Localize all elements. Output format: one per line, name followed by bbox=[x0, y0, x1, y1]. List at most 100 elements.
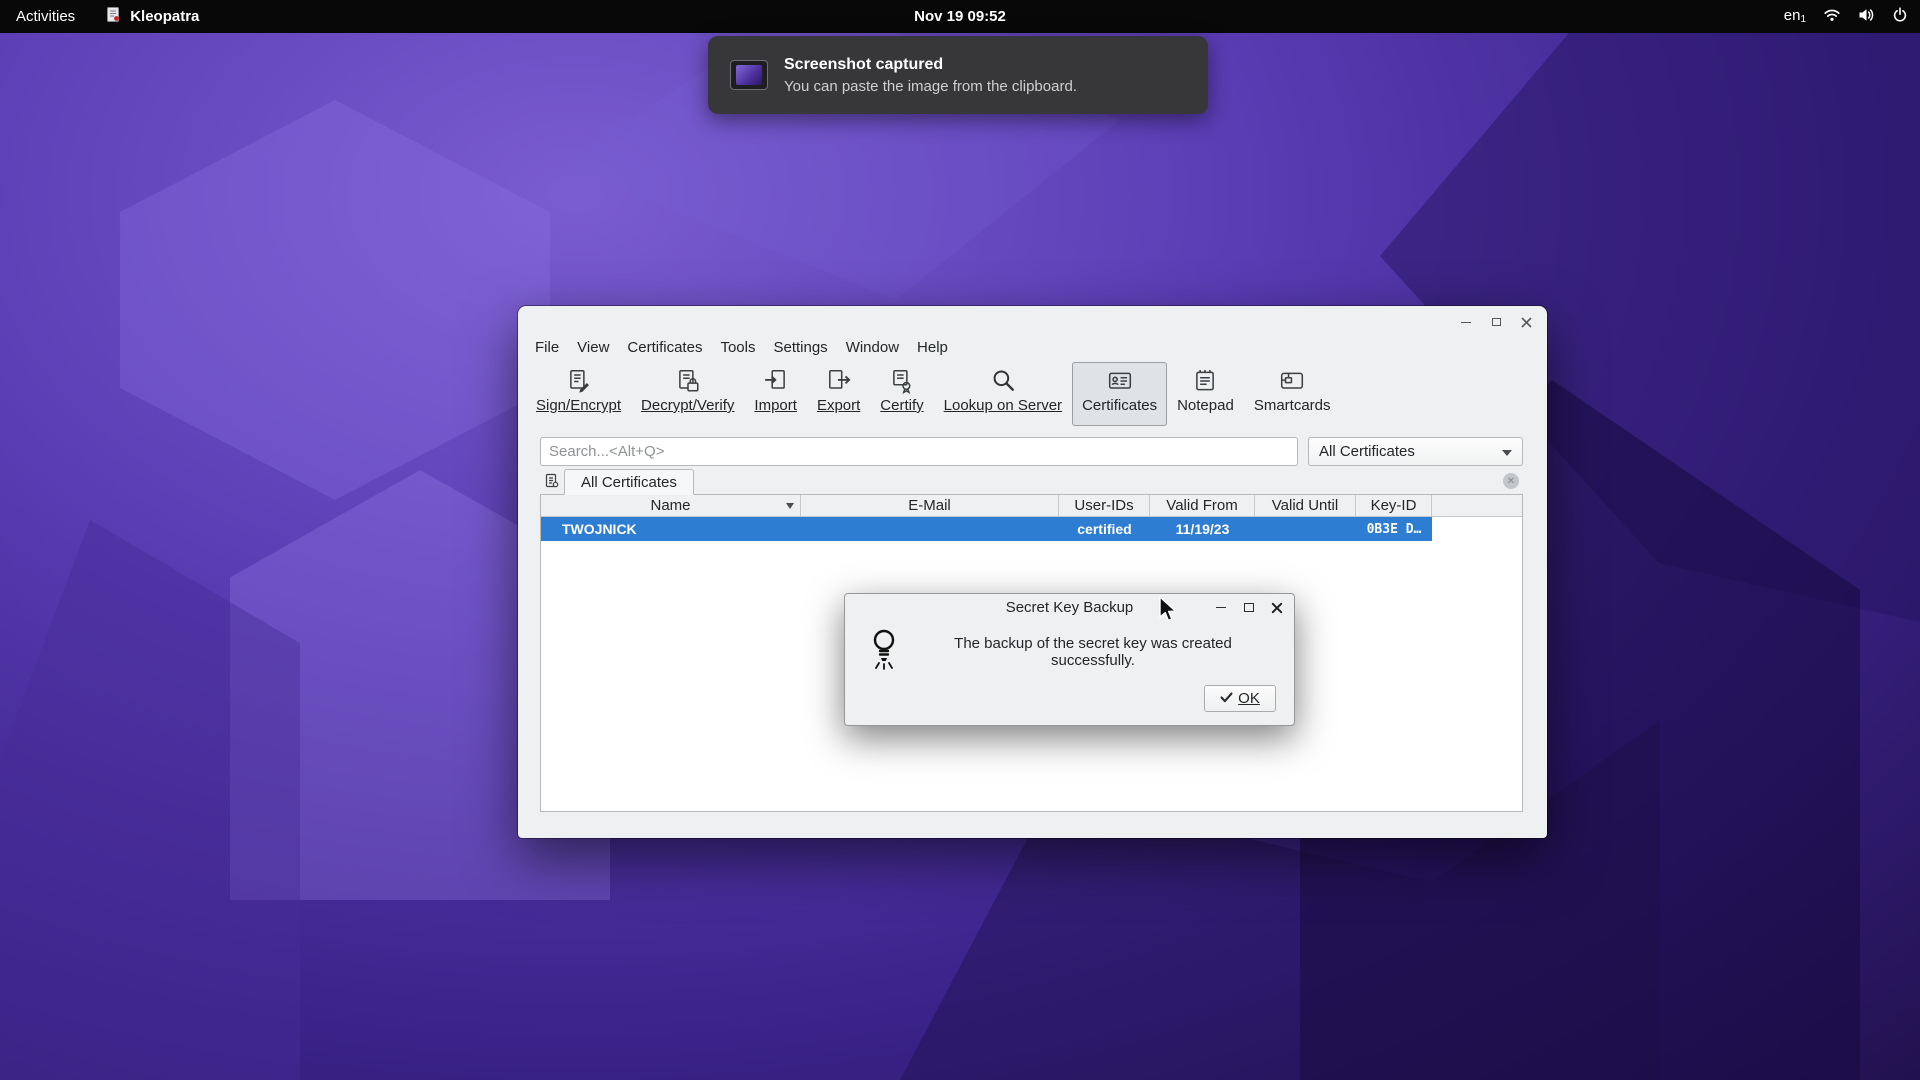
toolbar-label: Import bbox=[754, 397, 797, 414]
sign-encrypt-icon bbox=[566, 368, 592, 394]
tab-close-icon[interactable]: ✕ bbox=[1503, 473, 1519, 489]
lightbulb-icon bbox=[870, 627, 898, 676]
toolbar-button-export[interactable]: Export bbox=[807, 362, 870, 426]
decrypt-verify-icon bbox=[675, 368, 701, 394]
toolbar-button-notepad[interactable]: Notepad bbox=[1167, 362, 1244, 426]
keyboard-layout-label: en bbox=[1784, 8, 1801, 23]
keyboard-layout-index: 1 bbox=[1800, 15, 1806, 25]
toolbar-button-certificates[interactable]: Certificates bbox=[1072, 362, 1167, 426]
column-label: Valid From bbox=[1166, 497, 1237, 514]
toolbar-button-certify[interactable]: Certify bbox=[870, 362, 933, 426]
dialog-message: The backup of the secret key was created… bbox=[912, 635, 1274, 669]
menu-settings[interactable]: Settings bbox=[764, 336, 836, 359]
column-header-key-id[interactable]: Key-ID bbox=[1356, 495, 1432, 516]
toolbar-label: Decrypt/Verify bbox=[641, 397, 734, 414]
volume-icon[interactable] bbox=[1858, 7, 1875, 27]
menu-window[interactable]: Window bbox=[837, 336, 908, 359]
close-icon[interactable] bbox=[1269, 600, 1284, 615]
power-icon[interactable] bbox=[1892, 7, 1908, 27]
dialog-body: The backup of the secret key was created… bbox=[845, 621, 1294, 676]
table-row[interactable]: TWOJNICK certified 11/19/23 0B3E D… bbox=[541, 517, 1432, 541]
toolbar-label: Lookup on Server bbox=[944, 397, 1062, 414]
minimize-icon[interactable] bbox=[1213, 600, 1228, 615]
menu-tools[interactable]: Tools bbox=[711, 336, 764, 359]
desktop: Activities Kleopatra Nov 19 09:52 en 1 bbox=[0, 0, 1920, 1080]
menu-bar: File View Certificates Tools Settings Wi… bbox=[526, 334, 1539, 360]
menu-help[interactable]: Help bbox=[908, 336, 957, 359]
notification-text: Screenshot captured You can paste the im… bbox=[784, 56, 1077, 95]
notification-banner[interactable]: Screenshot captured You can paste the im… bbox=[708, 36, 1208, 114]
tab-all-certificates[interactable]: All Certificates bbox=[564, 469, 694, 495]
toolbar-label: Export bbox=[817, 397, 860, 414]
certificate-filter-dropdown[interactable]: All Certificates bbox=[1308, 437, 1523, 466]
activities-button[interactable]: Activities bbox=[0, 0, 91, 33]
toolbar-label: Certificates bbox=[1082, 397, 1157, 414]
tab-list-icon[interactable] bbox=[540, 470, 564, 492]
gnome-top-bar: Activities Kleopatra Nov 19 09:52 en 1 bbox=[0, 0, 1920, 33]
toolbar-button-sign-encrypt[interactable]: Sign/Encrypt bbox=[526, 362, 631, 426]
cell-name: TWOJNICK bbox=[541, 517, 801, 541]
clock-container: Nov 19 09:52 bbox=[0, 8, 1920, 25]
import-icon bbox=[763, 368, 789, 394]
column-header-filler bbox=[1432, 495, 1522, 516]
sort-descending-icon bbox=[786, 503, 794, 509]
notepad-icon bbox=[1192, 368, 1218, 394]
export-icon bbox=[826, 368, 852, 394]
column-header-user-ids[interactable]: User-IDs bbox=[1059, 495, 1150, 516]
focused-app-name: Kleopatra bbox=[130, 8, 199, 25]
kleopatra-app-icon bbox=[105, 6, 122, 27]
dialog-titlebar[interactable]: Secret Key Backup bbox=[845, 594, 1294, 621]
toolbar-button-smartcards[interactable]: Smartcards bbox=[1244, 362, 1341, 426]
column-label: Key-ID bbox=[1371, 497, 1417, 514]
cell-valid-from: 11/19/23 bbox=[1150, 517, 1255, 541]
toolbar-button-decrypt-verify[interactable]: Decrypt/Verify bbox=[631, 362, 744, 426]
dropdown-value: All Certificates bbox=[1319, 443, 1415, 460]
search-input[interactable] bbox=[540, 437, 1298, 466]
toolbar-button-lookup-on-server[interactable]: Lookup on Server bbox=[934, 362, 1072, 426]
lookup-on-server-icon bbox=[990, 368, 1016, 394]
menu-file[interactable]: File bbox=[526, 336, 568, 359]
check-icon bbox=[1220, 690, 1233, 707]
column-header-name[interactable]: Name bbox=[541, 495, 801, 516]
column-label: User-IDs bbox=[1074, 497, 1133, 514]
ok-button[interactable]: OK bbox=[1204, 685, 1276, 712]
window-controls bbox=[1459, 315, 1533, 329]
window-titlebar[interactable] bbox=[518, 306, 1547, 336]
filter-row: All Certificates bbox=[540, 437, 1523, 466]
column-label: Valid Until bbox=[1272, 497, 1338, 514]
tab-bar: All Certificates ✕ bbox=[540, 468, 1523, 495]
cell-user-ids: certified bbox=[1059, 517, 1150, 541]
toolbar-button-import[interactable]: Import bbox=[744, 362, 807, 426]
system-status-area[interactable]: en 1 bbox=[1784, 0, 1908, 33]
column-header-valid-until[interactable]: Valid Until bbox=[1255, 495, 1356, 516]
toolbar-label: Notepad bbox=[1177, 397, 1234, 414]
minimize-icon[interactable] bbox=[1459, 315, 1473, 329]
chevron-down-icon bbox=[1502, 450, 1512, 456]
clock[interactable]: Nov 19 09:52 bbox=[914, 8, 1006, 25]
dialog-title: Secret Key Backup bbox=[1006, 599, 1134, 616]
menu-view[interactable]: View bbox=[568, 336, 618, 359]
toolbar-label: Certify bbox=[880, 397, 923, 414]
toolbar-label: Smartcards bbox=[1254, 397, 1331, 414]
cell-email bbox=[801, 517, 1059, 541]
notification-title: Screenshot captured bbox=[784, 56, 1077, 74]
keyboard-layout-indicator[interactable]: en 1 bbox=[1784, 8, 1806, 25]
maximize-icon[interactable] bbox=[1241, 600, 1256, 615]
wallpaper-shape bbox=[120, 100, 550, 500]
column-header-email[interactable]: E-Mail bbox=[801, 495, 1059, 516]
secret-key-backup-dialog: Secret Key Backup The backup of the secr… bbox=[844, 593, 1295, 726]
smartcards-icon bbox=[1279, 368, 1305, 394]
maximize-icon[interactable] bbox=[1489, 315, 1503, 329]
column-header-valid-from[interactable]: Valid From bbox=[1150, 495, 1255, 516]
menu-certificates[interactable]: Certificates bbox=[618, 336, 711, 359]
focused-app-menu[interactable]: Kleopatra bbox=[91, 0, 213, 33]
tab-label: All Certificates bbox=[581, 474, 677, 491]
wifi-icon[interactable] bbox=[1823, 7, 1841, 27]
kleopatra-window: File View Certificates Tools Settings Wi… bbox=[518, 306, 1547, 838]
column-label: E-Mail bbox=[908, 497, 951, 514]
close-icon[interactable] bbox=[1519, 315, 1533, 329]
column-label: Name bbox=[650, 497, 690, 514]
dialog-window-controls bbox=[1213, 594, 1284, 621]
screenshot-icon bbox=[730, 60, 768, 90]
ok-button-label: OK bbox=[1238, 690, 1260, 707]
